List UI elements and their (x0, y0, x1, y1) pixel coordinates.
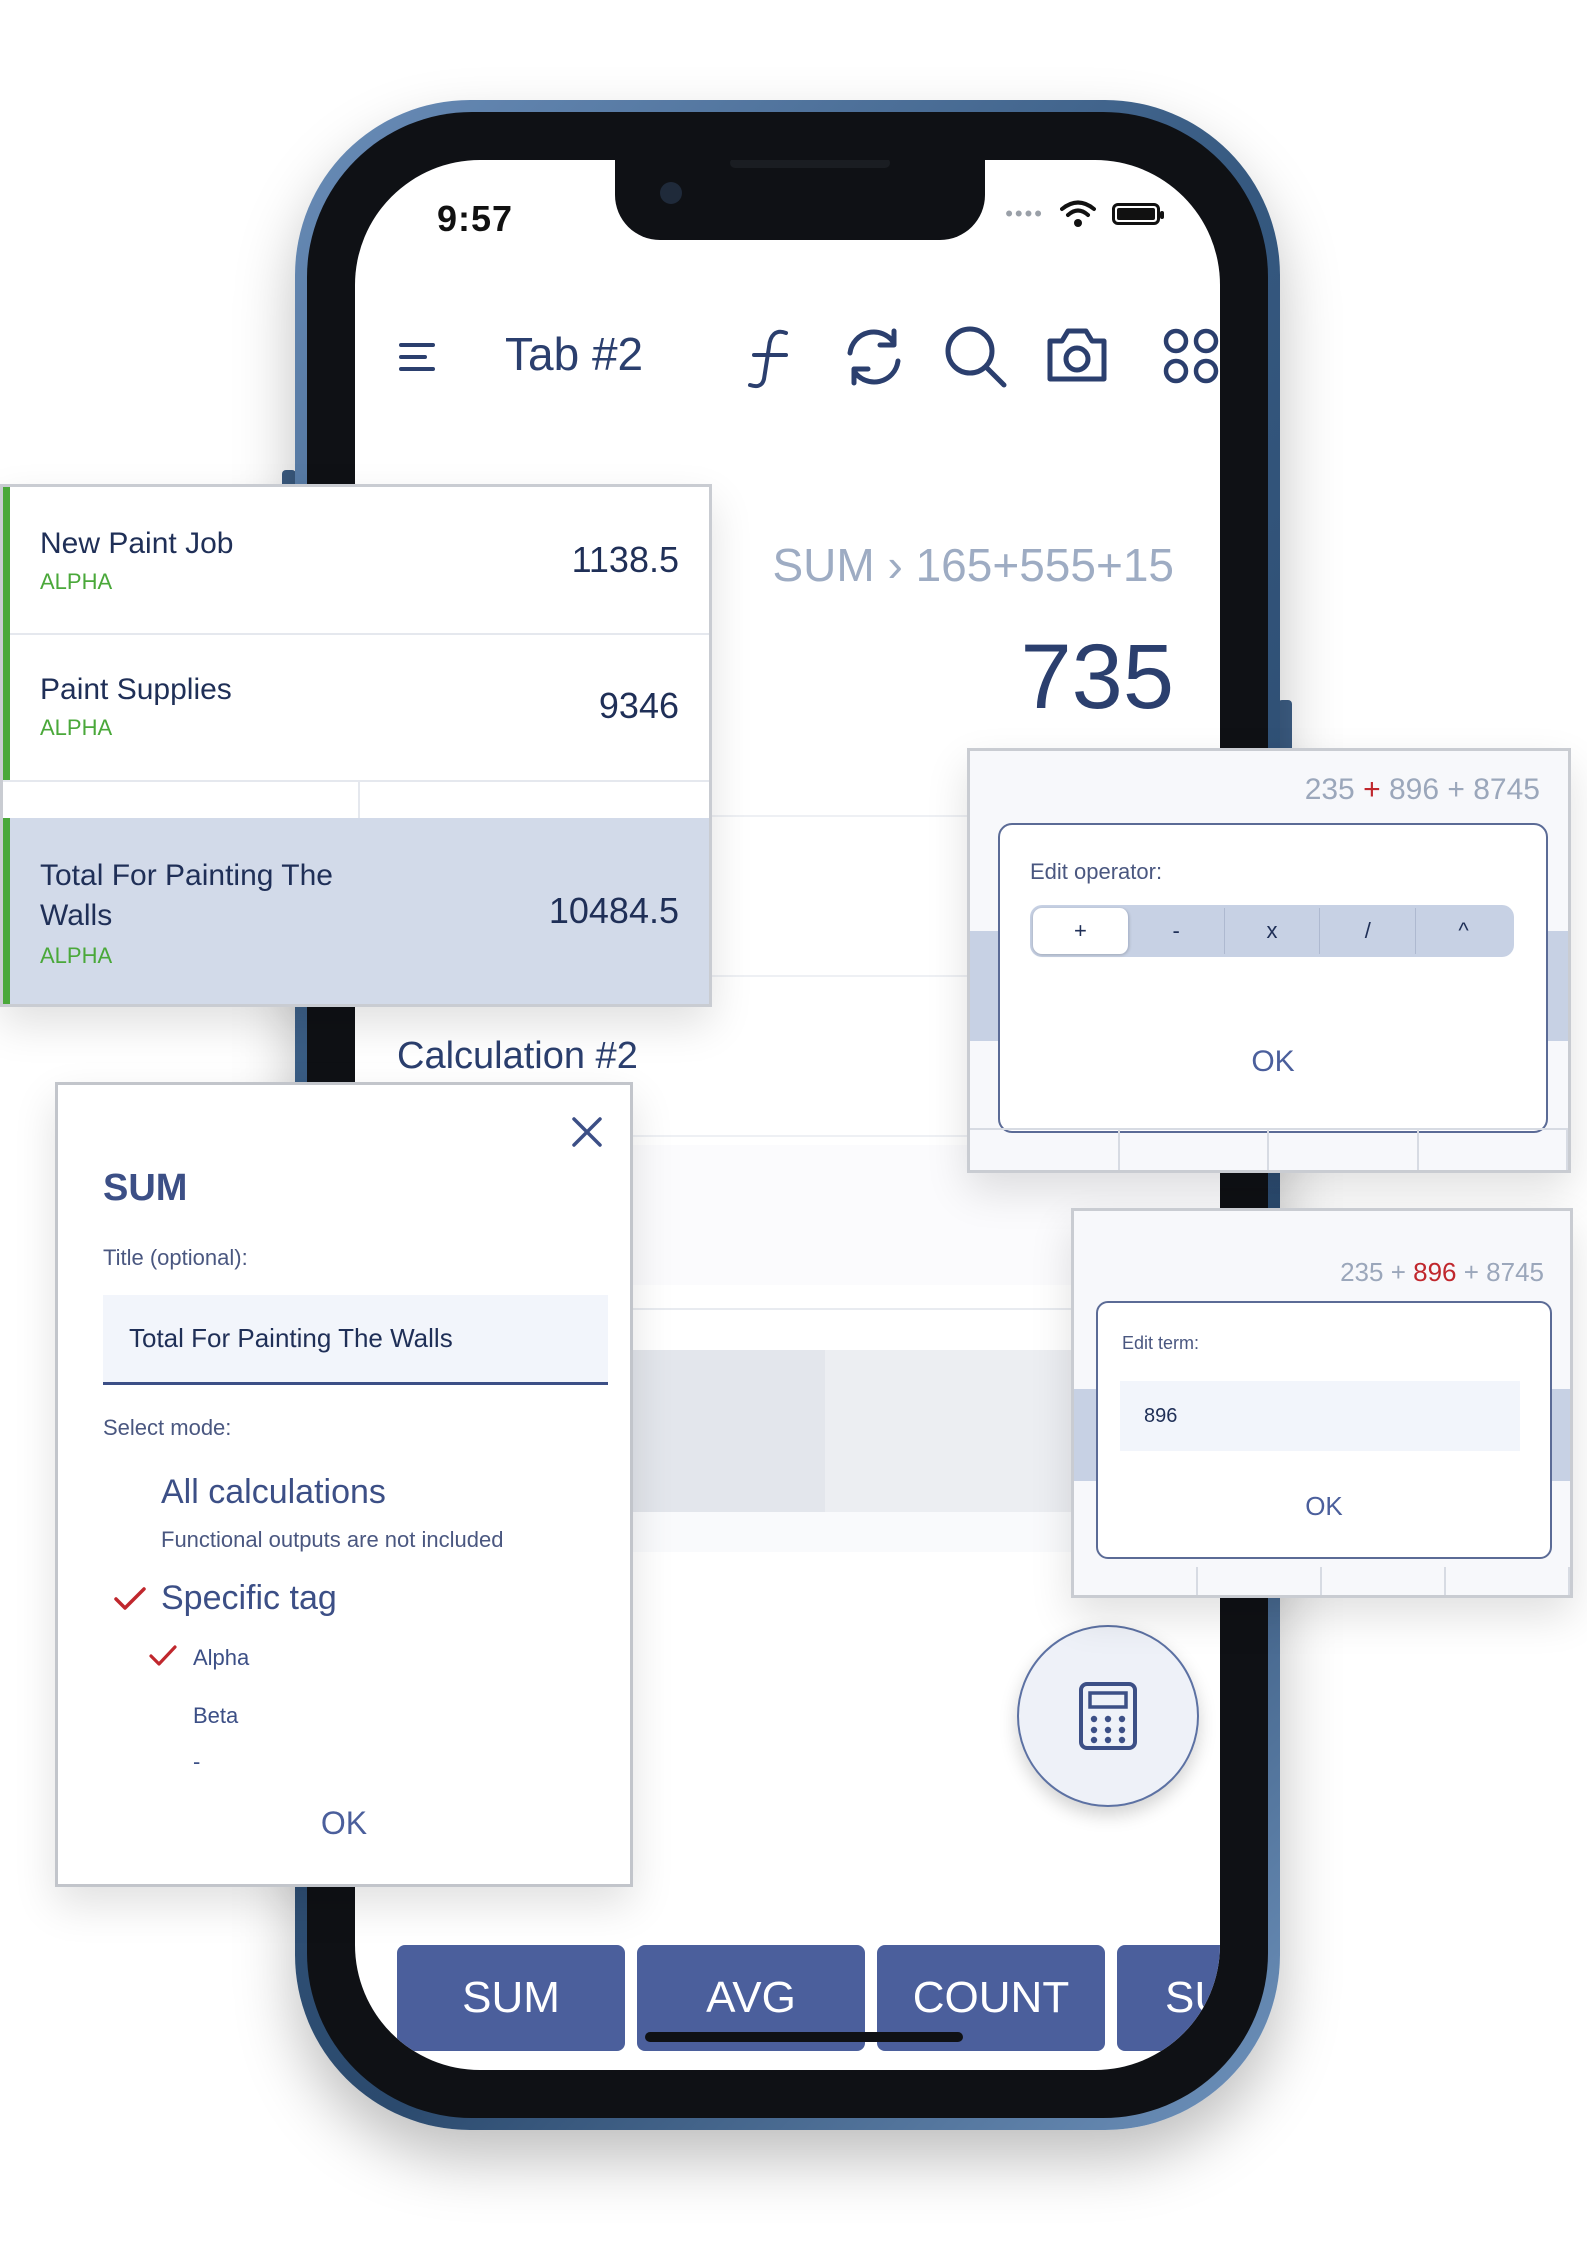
list-item-selected[interactable]: Total For Painting The Walls ALPHA 10484… (3, 818, 709, 1004)
wifi-icon (1060, 200, 1096, 227)
top-toolbar: Tab #2 (397, 315, 1219, 405)
term: 896 (1388, 773, 1440, 806)
apps-grid-icon[interactable] (1162, 327, 1220, 385)
ok-button[interactable]: OK (1000, 1045, 1546, 1079)
term: 235 (1304, 773, 1355, 806)
refresh-icon[interactable] (842, 325, 906, 389)
status-indicators: •••• (1005, 200, 1164, 228)
item-value: 9346 (598, 685, 679, 726)
item-value: 10484.5 (548, 890, 679, 931)
dialog-label: Edit operator: (1030, 859, 1163, 884)
dialog-label: Edit term: (1122, 1333, 1200, 1353)
front-camera (660, 182, 682, 204)
status-time: 9:57 (437, 198, 514, 239)
mode-option-all-description: Functional outputs are not included (161, 1527, 504, 1552)
term: 235 (1340, 1257, 1384, 1287)
speaker (730, 160, 890, 168)
battery-icon (1112, 203, 1164, 225)
operator-option-power[interactable]: ^ (1416, 908, 1511, 954)
check-icon (149, 1645, 177, 1666)
calculator-fab[interactable] (1017, 1625, 1199, 1807)
sum-expression: SUM › 165+555+15 (772, 539, 1175, 591)
operator: + (1463, 1257, 1479, 1287)
sum-result: 735 (1020, 626, 1175, 728)
operator-option-multiply[interactable]: x (1225, 908, 1321, 954)
tag-option-beta[interactable]: Beta (193, 1703, 238, 1729)
ok-button[interactable]: OK (1098, 1491, 1550, 1522)
item-name: Total For Painting The Walls (40, 859, 333, 932)
sum-dialog: SUM Title (optional): Total For Painting… (55, 1082, 633, 1887)
operator-segmented-control: + - x / ^ (1030, 905, 1514, 957)
term-expression: 235 + 896 + 8745 (1340, 1257, 1544, 1288)
close-icon[interactable] (570, 1115, 604, 1149)
term: 8745 (1486, 1257, 1544, 1287)
edit-operator-dialog: Edit operator: + - x / ^ OK (998, 823, 1548, 1133)
title-label: Title (optional): (103, 1245, 248, 1270)
calculator-icon (1079, 1682, 1137, 1750)
operator-option-minus[interactable]: - (1129, 908, 1225, 954)
operator-option-plus[interactable]: + (1033, 908, 1129, 954)
check-icon (114, 1587, 146, 1610)
mode-option-specific-tag[interactable]: Specific tag (161, 1579, 337, 1618)
menu-icon[interactable] (397, 337, 437, 377)
edit-term-dialog: Edit term: 896 OK (1096, 1301, 1552, 1559)
signal-dots-icon: •••• (1005, 201, 1044, 226)
item-tag: ALPHA (40, 715, 113, 740)
term-input[interactable]: 896 (1120, 1381, 1520, 1451)
list-item[interactable]: New Paint Job ALPHA 1138.5 (3, 487, 709, 635)
operator-option-divide[interactable]: / (1320, 908, 1417, 954)
edit-operator-card: 235 + 896 + 8745 Edit operator: + - x / … (967, 748, 1571, 1173)
mode-label: Select mode: (103, 1415, 232, 1440)
title-input[interactable]: Total For Painting The Walls (103, 1295, 608, 1385)
dialog-title: SUM (103, 1167, 188, 1209)
list-item[interactable]: Paint Supplies ALPHA 9346 (3, 633, 709, 780)
list-divider (3, 780, 709, 820)
mode-option-all[interactable]: All calculations (161, 1473, 386, 1512)
operator-expression: 235 + 896 + 8745 (1305, 773, 1540, 807)
home-indicator[interactable] (645, 2032, 963, 2042)
operator: + (1447, 773, 1465, 806)
item-name: New Paint Job (40, 527, 234, 560)
item-tag: ALPHA (40, 569, 113, 594)
selected-operator: + (1363, 773, 1381, 806)
operator: + (1390, 1257, 1406, 1287)
term: 8745 (1473, 773, 1540, 806)
item-value: 1138.5 (571, 539, 679, 580)
sum-button-partial[interactable]: SUN (1117, 1945, 1220, 2051)
camera-icon[interactable] (1044, 325, 1110, 385)
background-grid (970, 1128, 1568, 1170)
tag-option-none[interactable]: - (193, 1749, 200, 1775)
calculation-title: Calculation #2 (397, 1035, 638, 1077)
notch (615, 160, 985, 240)
edit-term-card: 235 + 896 + 8745 Edit term: 896 OK (1071, 1208, 1573, 1598)
sum-button[interactable]: SUM (397, 1945, 625, 2051)
results-list-card: New Paint Job ALPHA 1138.5 Paint Supplie… (0, 484, 712, 1007)
search-icon[interactable] (942, 323, 1008, 389)
tab-title[interactable]: Tab #2 (505, 327, 643, 381)
ok-button[interactable]: OK (58, 1805, 630, 1842)
tag-option-alpha[interactable]: Alpha (193, 1645, 249, 1671)
background-grid (1074, 1567, 1570, 1595)
item-tag: ALPHA (40, 943, 113, 968)
item-name: Paint Supplies (40, 673, 232, 706)
selected-term: 896 (1413, 1257, 1457, 1287)
function-icon[interactable] (742, 327, 802, 389)
